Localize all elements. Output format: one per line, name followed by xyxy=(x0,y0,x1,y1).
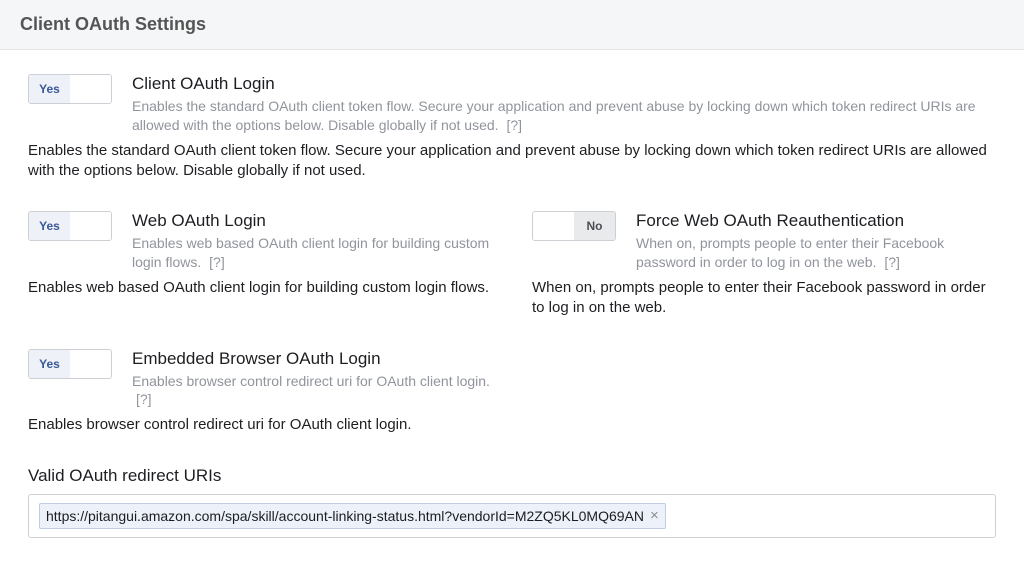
embedded-oauth-title: Embedded Browser OAuth Login xyxy=(132,349,492,369)
client-oauth-login-title: Client OAuth Login xyxy=(132,74,996,94)
web-oauth-login-desc: Enables web based OAuth client login for… xyxy=(132,234,492,272)
help-icon[interactable]: [?] xyxy=(506,117,522,133)
redirect-uris-input[interactable]: https://pitangui.amazon.com/spa/skill/ac… xyxy=(28,494,996,538)
web-oauth-login-toggle[interactable]: Yes No xyxy=(28,211,112,241)
toggle-no-label: No xyxy=(574,212,615,240)
force-reauth-extra: When on, prompts people to enter their F… xyxy=(532,278,996,319)
remove-token-icon[interactable]: × xyxy=(650,508,659,523)
toggle-yes-label: Yes xyxy=(533,212,574,240)
toggle-yes-label: Yes xyxy=(29,75,70,103)
force-reauth-title: Force Web OAuth Reauthentication xyxy=(636,211,996,231)
web-oauth-login-extra: Enables web based OAuth client login for… xyxy=(28,278,492,298)
embedded-oauth-toggle[interactable]: Yes No xyxy=(28,349,112,379)
page-title: Client OAuth Settings xyxy=(20,14,1004,35)
uri-token[interactable]: https://pitangui.amazon.com/spa/skill/ac… xyxy=(39,503,666,529)
help-icon[interactable]: [?] xyxy=(136,391,152,407)
uri-token-text: https://pitangui.amazon.com/spa/skill/ac… xyxy=(46,508,644,524)
help-icon[interactable]: [?] xyxy=(884,254,900,270)
client-oauth-login-desc: Enables the standard OAuth client token … xyxy=(132,97,996,135)
client-oauth-login-extra: Enables the standard OAuth client token … xyxy=(28,141,996,182)
help-icon[interactable]: [?] xyxy=(209,254,225,270)
force-reauth-toggle[interactable]: Yes No xyxy=(532,211,616,241)
toggle-no-label: No xyxy=(70,212,111,240)
settings-header: Client OAuth Settings xyxy=(0,0,1024,50)
redirect-uris-label: Valid OAuth redirect URIs xyxy=(28,466,996,486)
embedded-oauth-extra: Enables browser control redirect uri for… xyxy=(28,415,492,435)
toggle-no-label: No xyxy=(70,350,111,378)
web-oauth-login-title: Web OAuth Login xyxy=(132,211,492,231)
embedded-oauth-desc: Enables browser control redirect uri for… xyxy=(132,372,492,410)
client-oauth-login-toggle[interactable]: Yes No xyxy=(28,74,112,104)
toggle-yes-label: Yes xyxy=(29,350,70,378)
toggle-yes-label: Yes xyxy=(29,212,70,240)
force-reauth-desc: When on, prompts people to enter their F… xyxy=(636,234,996,272)
toggle-no-label: No xyxy=(70,75,111,103)
